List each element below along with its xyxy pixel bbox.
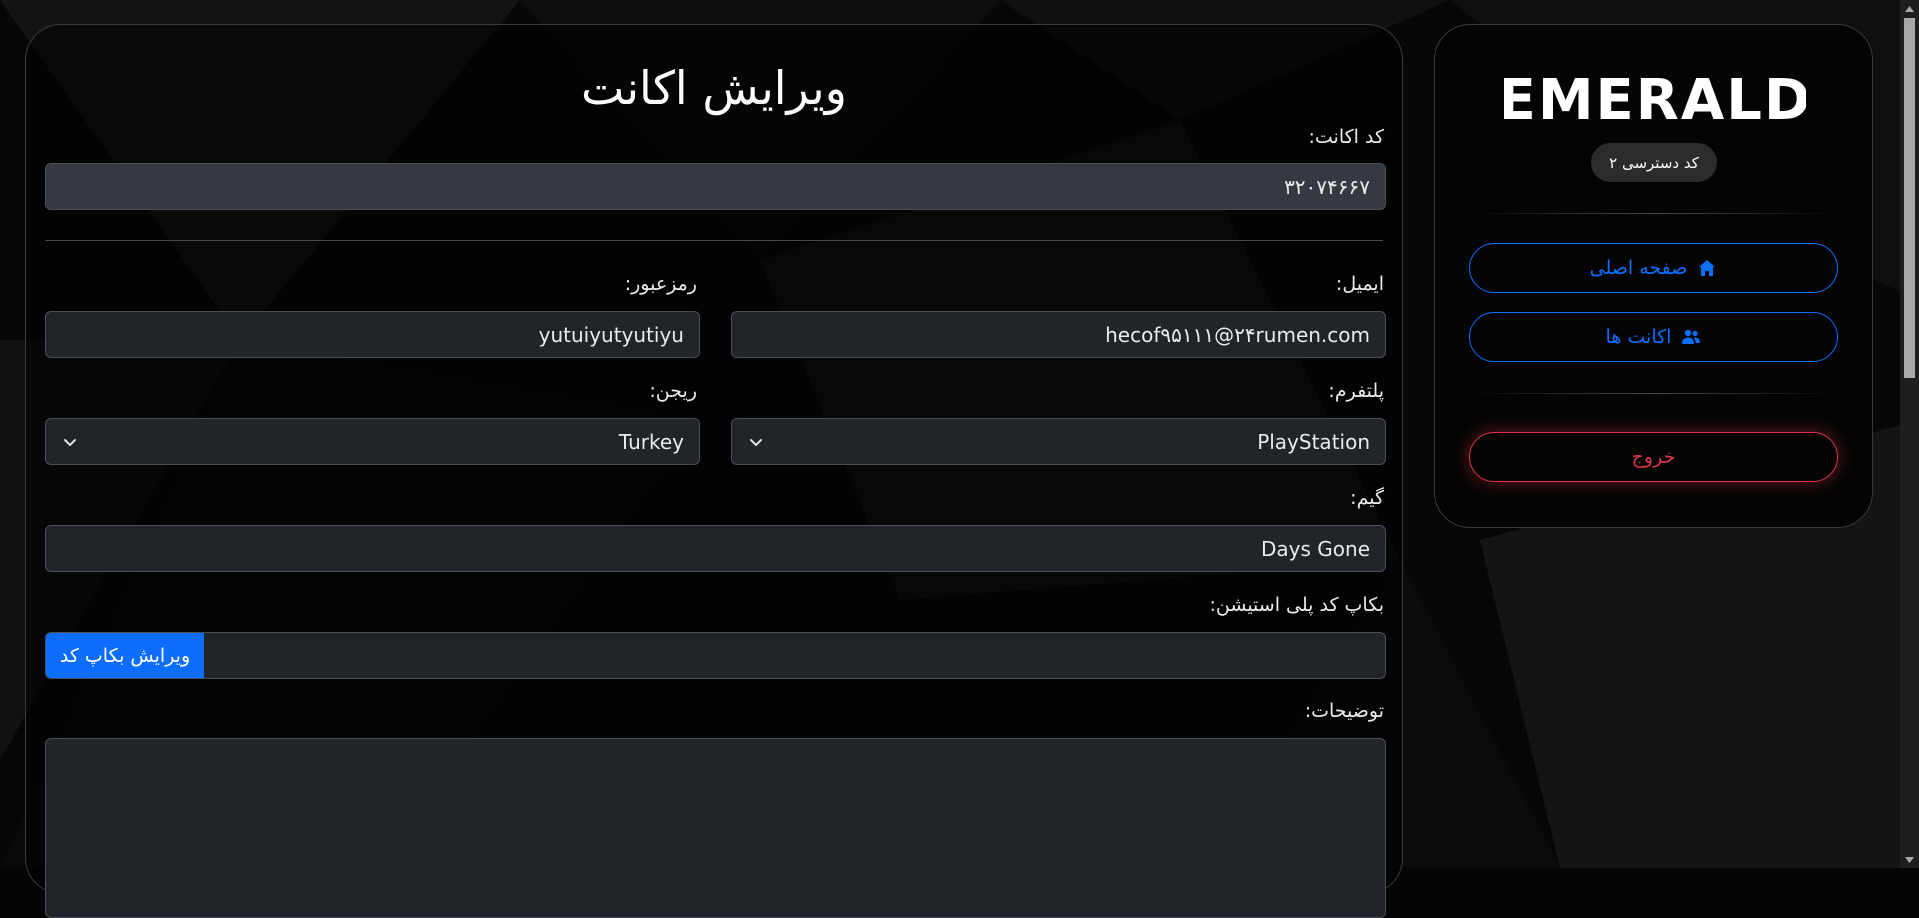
- password-value: yutuiyutyutiyu: [538, 322, 684, 347]
- password-label: رمزعبور:: [624, 273, 697, 295]
- email-label: ایمیل:: [1335, 273, 1384, 295]
- backup-code-input-group: ویرایش بکاپ کد: [45, 632, 1386, 679]
- platform-select[interactable]: PlayStation: [731, 418, 1386, 465]
- game-label: گیم:: [1350, 487, 1384, 509]
- nav-home-button[interactable]: صفحه اصلی: [1469, 243, 1838, 293]
- notes-textarea[interactable]: [45, 738, 1386, 918]
- nav-accounts-button[interactable]: اکانت ها: [1469, 312, 1838, 362]
- email-field[interactable]: hecof۹۵۱۱۱@۲۴rumen.com: [731, 311, 1386, 358]
- nav-home-label: صفحه اصلی: [1589, 257, 1688, 279]
- sidebar-divider: [1469, 213, 1838, 214]
- home-icon: [1699, 260, 1716, 276]
- svg-text:EMERALD: EMERALD: [1504, 69, 1806, 127]
- emerald-logo: EMERALD: [1504, 69, 1806, 127]
- edit-account-card: ویرایش اکانت کد اکانت: ۳۲۰۷۴۶۶۷ ایمیل: h…: [25, 24, 1403, 918]
- region-value: Turkey: [618, 429, 684, 454]
- users-icon: [1682, 329, 1701, 344]
- region-label: ریجن:: [649, 380, 697, 402]
- notes-label: توضیحات:: [1304, 700, 1384, 722]
- email-value: hecof۹۵۱۱۱@۲۴rumen.com: [1105, 322, 1370, 347]
- scroll-down-arrow-icon[interactable]: [1900, 851, 1919, 868]
- account-code-field: ۳۲۰۷۴۶۶۷: [45, 163, 1386, 210]
- chevron-down-icon: [750, 439, 762, 446]
- nav-accounts-label: اکانت ها: [1605, 326, 1672, 348]
- page-title: ویرایش اکانت: [581, 61, 847, 115]
- scroll-up-arrow-icon[interactable]: [1900, 0, 1919, 17]
- password-field[interactable]: yutuiyutyutiyu: [45, 311, 700, 358]
- game-value: Days Gone: [1261, 536, 1370, 561]
- game-field[interactable]: Days Gone: [45, 525, 1386, 572]
- account-code-label: کد اکانت:: [1308, 126, 1384, 148]
- chevron-down-icon: [64, 439, 76, 446]
- section-divider: [45, 240, 1383, 241]
- access-level-badge: کد دسترسی ۲: [1591, 143, 1717, 182]
- logout-button[interactable]: خروج: [1469, 432, 1838, 482]
- page-scrollbar[interactable]: [1900, 0, 1919, 868]
- platform-value: PlayStation: [1257, 429, 1370, 454]
- region-select[interactable]: Turkey: [45, 418, 700, 465]
- sidebar-divider: [1469, 393, 1838, 394]
- edit-backup-code-button[interactable]: ویرایش بکاپ کد: [46, 633, 204, 678]
- sidebar: EMERALD کد دسترسی ۲ صفحه اصلی اکانت ها خ…: [1434, 24, 1873, 528]
- account-code-value: ۳۲۰۷۴۶۶۷: [1284, 174, 1370, 199]
- scrollbar-thumb[interactable]: [1904, 18, 1915, 378]
- backup-code-label: بکاپ کد پلی استیشن:: [1209, 594, 1385, 616]
- platform-label: پلتفرم:: [1328, 380, 1384, 402]
